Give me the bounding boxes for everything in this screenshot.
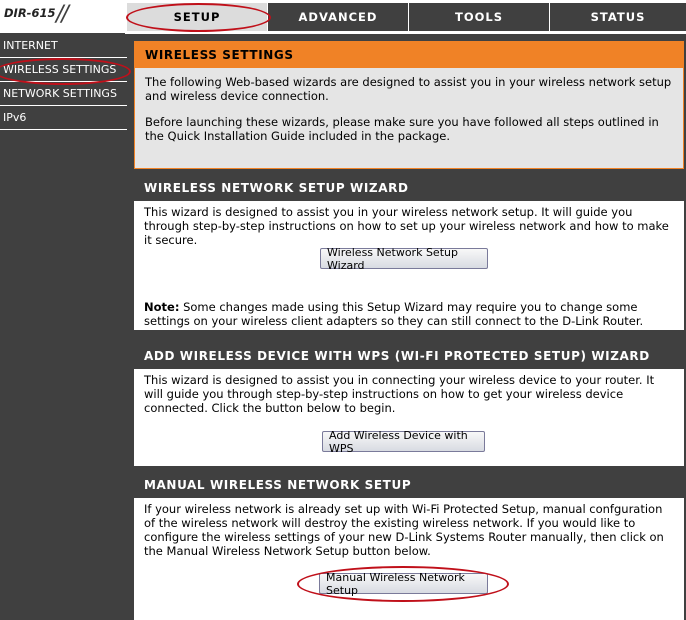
section-title: WIRELESS SETTINGS [135,42,683,68]
wizard-description: This wizard is designed to assist you in… [144,205,669,247]
tab-advanced[interactable]: ADVANCED [268,3,408,31]
sidebar-item-ipv6[interactable]: IPv6 [0,106,127,130]
note-text: Some changes made using this Setup Wizar… [144,300,644,328]
manual-setup-section: MANUAL WIRELESS NETWORK SETUP If your wi… [134,472,684,620]
logo-slashes: // [56,2,69,27]
manual-description: If your wireless network is already set … [144,502,664,558]
intro-paragraph-1: The following Web-based wizards are desi… [145,75,672,103]
tab-setup[interactable]: SETUP [127,3,267,31]
tab-status[interactable]: STATUS [550,3,686,31]
note-label: Note: [144,300,180,314]
top-tabs: SETUP ADVANCED TOOLS STATUS [125,0,686,33]
section-title: ADD WIRELESS DEVICE WITH WPS (WI-FI PROT… [134,343,684,369]
section-title: MANUAL WIRELESS NETWORK SETUP [134,472,684,498]
manual-setup-button[interactable]: Manual Wireless Network Setup [319,571,488,597]
section-title: WIRELESS NETWORK SETUP WIZARD [134,175,684,201]
wireless-setup-wizard-button[interactable]: Wireless Network Setup Wizard [320,246,488,272]
main-content: WIRELESS SETTINGS The following Web-base… [127,34,686,620]
intro-section: WIRELESS SETTINGS The following Web-base… [134,41,684,169]
add-wps-device-button[interactable]: Add Wireless Device with WPS [322,429,485,455]
sidebar: INTERNET WIRELESS SETTINGS NETWORK SETTI… [0,34,127,620]
wireless-wizard-section: WIRELESS NETWORK SETUP WIZARD This wizar… [134,175,684,330]
model-name: DIR-615 [4,6,56,20]
tab-tools[interactable]: TOOLS [409,3,549,31]
intro-paragraph-2: Before launching these wizards, please m… [145,115,659,143]
sidebar-item-wireless-settings[interactable]: WIRELESS SETTINGS [0,58,127,82]
sidebar-item-network-settings[interactable]: NETWORK SETTINGS [0,82,127,106]
model-logo: DIR-615 // [0,0,125,34]
sidebar-item-internet[interactable]: INTERNET [0,34,127,58]
wps-description: This wizard is designed to assist you in… [144,373,655,415]
wizard-note: Note: Some changes made using this Setup… [144,300,676,328]
wps-wizard-section: ADD WIRELESS DEVICE WITH WPS (WI-FI PROT… [134,343,684,466]
